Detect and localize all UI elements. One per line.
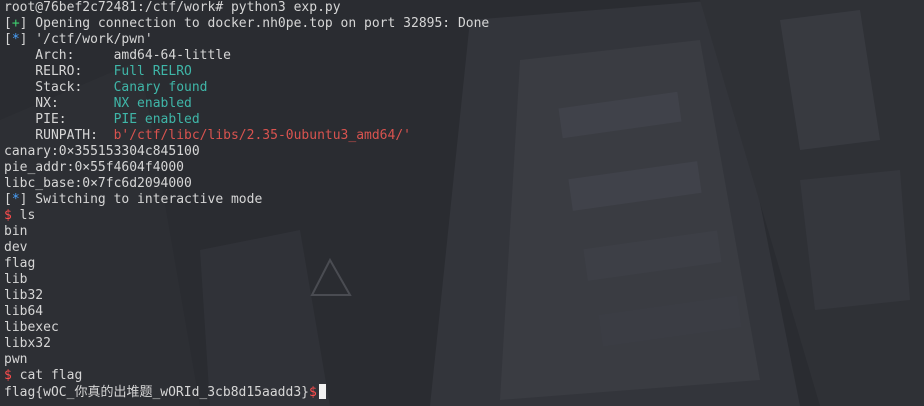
terminal-line: [+] Opening connection to docker.nh0pe.t…: [4, 16, 920, 32]
terminal-text: +: [11, 16, 20, 31]
terminal-text: ] '/ctf/work/pwn': [19, 32, 153, 47]
terminal-line: $ ls: [4, 208, 920, 224]
terminal-text: pwn: [4, 352, 28, 367]
terminal-line: libexec: [4, 320, 920, 336]
terminal-line: pwn: [4, 352, 920, 368]
terminal-text: Full RELRO: [113, 64, 192, 79]
terminal-line: flag{wOC_你真的出堆题_wORId_3cb8d15aadd3}$: [4, 384, 920, 400]
terminal-text: [: [4, 192, 12, 207]
terminal-line: lib32: [4, 288, 920, 304]
terminal-line: lib: [4, 272, 920, 288]
terminal-line: pie_addr:0×55f4604f4000: [4, 160, 920, 176]
terminal-text: bin: [4, 224, 28, 239]
terminal-line: [*] '/ctf/work/pwn': [4, 32, 920, 48]
terminal-text: dev: [4, 240, 28, 255]
terminal-text: libexec: [4, 320, 59, 335]
terminal-line: lib64: [4, 304, 920, 320]
terminal-text: libc_base:0×7fc6d2094000: [4, 176, 192, 191]
terminal-text: lib64: [4, 304, 44, 319]
terminal-line: [*] Switching to interactive mode: [4, 192, 920, 208]
terminal-line: canary:0×355153304c845100: [4, 144, 920, 160]
terminal-output[interactable]: root@76bef2c72481:/ctf/work# python3 exp…: [4, 0, 920, 406]
terminal-line: NX: NX enabled: [4, 96, 920, 112]
terminal-line: RELRO: Full RELRO: [4, 64, 920, 80]
terminal-text: [: [4, 16, 12, 31]
terminal-line: flag: [4, 256, 920, 272]
terminal-text: ls: [11, 208, 36, 223]
terminal-text: Arch: amd64-64-little: [4, 48, 231, 63]
terminal-text: PIE:: [4, 112, 114, 127]
terminal-text: [: [4, 32, 12, 47]
terminal-text: flag: [4, 256, 36, 271]
terminal-line: dev: [4, 240, 920, 256]
terminal-line: bin: [4, 224, 920, 240]
terminal-text: RUNPATH:: [4, 128, 114, 143]
text-cursor: [318, 384, 326, 399]
terminal-line: Arch: amd64-64-little: [4, 48, 920, 64]
terminal-text: Canary found: [113, 80, 208, 95]
terminal-text: pie_addr:0×55f4604f4000: [4, 160, 185, 175]
terminal-text: ] Switching to interactive mode: [19, 192, 263, 207]
terminal-text: *: [11, 32, 20, 47]
terminal-text: RELRO:: [4, 64, 114, 79]
terminal-line: libx32: [4, 336, 920, 352]
terminal-text: *: [11, 192, 20, 207]
terminal-text: b'/ctf/libc/libs/2.35-0ubuntu3_amd64/': [113, 128, 411, 143]
prompt-symbol: $: [4, 208, 12, 223]
terminal-line: RUNPATH: b'/ctf/libc/libs/2.35-0ubuntu3_…: [4, 128, 920, 144]
terminal-text: NX enabled: [113, 96, 192, 111]
terminal-line: libc_base:0×7fc6d2094000: [4, 176, 920, 192]
prompt-symbol: $: [308, 385, 317, 400]
terminal-line: PIE: PIE enabled: [4, 112, 920, 128]
terminal-text: lib32: [4, 288, 44, 303]
terminal-text: PIE enabled: [113, 112, 200, 127]
terminal-text: cat flag: [11, 368, 83, 383]
terminal-text: NX:: [4, 96, 114, 111]
terminal-text: ] Opening connection to docker.nh0pe.top…: [19, 16, 490, 31]
terminal-text: canary:0×355153304c845100: [4, 144, 200, 159]
terminal-text: libx32: [4, 336, 51, 351]
terminal-text: Stack:: [4, 80, 114, 95]
terminal-line: Stack: Canary found: [4, 80, 920, 96]
terminal-line: root@76bef2c72481:/ctf/work# python3 exp…: [4, 0, 920, 16]
terminal-text: root@76bef2c72481:/ctf/work# python3 exp…: [4, 0, 341, 15]
terminal-text: flag{wOC_你真的出堆题_wORId_3cb8d15aadd3}: [4, 385, 309, 400]
prompt-symbol: $: [4, 368, 12, 383]
terminal-line: $ cat flag: [4, 368, 920, 384]
terminal-text: lib: [4, 272, 28, 287]
